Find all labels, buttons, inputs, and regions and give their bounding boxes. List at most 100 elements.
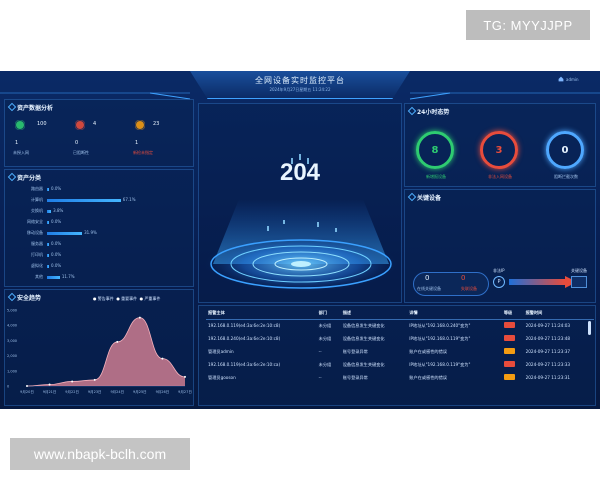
device-icon [571,276,587,288]
cell-desc: 账号登录异常 [342,374,368,380]
asset-card-unauthorized[interactable]: 100 1 未授入网 [11,118,69,164]
cell-dept: -- [318,349,322,354]
col-dept[interactable]: 部门 [316,307,341,320]
center-visual-panel [198,103,402,303]
y-tick-label: 3,000 [7,339,17,343]
col-level[interactable]: 等级 [501,307,524,320]
lock-icon [75,120,85,130]
asset-class-value: 31.9% [84,230,97,235]
cell-desc: 设备信息发生关键变化 [342,361,385,367]
level-cell [502,332,524,345]
trend24-illegal-label: 非法入网设备 [488,174,512,179]
data-point [26,385,28,387]
cell-desc: 设备信息发生关键变化 [342,322,385,328]
key-devices-title: 关键设备 [409,193,441,202]
trend24-illegal-ring[interactable]: 3 [480,131,518,169]
events-table: 报警主体 部门 描述 详情 等级 报警时间 192.168.0.119(e4:3… [206,307,594,384]
level-cell [502,345,524,358]
cube-icon [15,120,25,130]
x-tick-label: 9月24日 [110,389,124,394]
y-tick-label: 2,000 [7,354,17,358]
key-online-label: 在线关键设备 [417,286,441,291]
asset-class-value: 3.8% [53,208,64,213]
home-icon[interactable] [558,76,564,82]
col-desc[interactable]: 描述 [340,307,408,320]
asset-class-row[interactable]: 计算机 67.1% [15,197,195,204]
asset-card-blocked[interactable]: 4 0 已阻断性 [71,118,129,164]
data-point [184,375,186,378]
asset-class-row[interactable]: 打印机 0.0% [15,252,195,259]
asset-card-label: 未授入网 [13,150,29,155]
asset-class-label: 路由器 [31,186,43,191]
x-tick-label: 9月22日 [65,389,79,394]
trend24-block-label: 阻断拦截次数 [554,174,578,179]
y-tick-label: 5,000 [7,309,17,313]
asset-card-new[interactable]: 23 1 新检未指定 [131,118,189,164]
data-point [138,316,141,319]
col-subject[interactable]: 报警主体 [206,307,317,320]
center-platform-graphic [205,154,397,292]
key-devices-right-label: 关键设备 [571,268,587,273]
table-row[interactable]: 192.168.0.119(e4:3a:6e:2e:10:c8) 未分组 设备信息发… [206,319,594,332]
asset-class-bar [47,210,52,213]
x-tick-label: 9月26日 [156,389,170,394]
table-row[interactable]: 管理员gooson -- 账号登录异常 账户在或感性的错误 2024-09-27 11:… [206,371,594,384]
table-scrollbar[interactable] [588,321,591,335]
ip-badge-icon: P [493,276,505,288]
asset-class-bar [47,188,49,191]
trend24-new-ring[interactable]: 8 [416,131,454,169]
asset-class-bar [47,243,49,246]
asset-class-bar [47,254,49,257]
trend24-block-ring[interactable]: 0 [546,131,584,169]
key-online-value: 0 [425,274,430,282]
asset-class-row[interactable]: 移动设备 31.9% [15,230,195,237]
asset-class-row[interactable]: 网络安全 0.0% [15,219,195,226]
asset-class-row[interactable]: 其他 11.7% [15,274,195,281]
asset-class-row[interactable]: 交换机 3.8% [15,208,195,215]
cell-time: 2024-09-27 11:23:33 [525,362,571,367]
level-cell [502,358,524,371]
cell-time: 2024-09-27 11:23:37 [525,349,571,354]
asset-class-label: 移动设备 [27,230,43,235]
data-point [93,378,96,381]
asset-class-row[interactable]: 路由器 0.0% [15,186,195,193]
asset-class-label: 网络安全 [27,219,43,224]
asset-class-label: 交换机 [31,208,43,213]
asset-class-label: 其他 [35,274,43,279]
chart-legend: ● 警告事件 ● 重要事件 ● 严重事件 [93,296,161,301]
severity-badge [503,335,515,341]
asset-class-row[interactable]: 虚拟化 0.0% [15,263,195,270]
table-row[interactable]: 管理员admin -- 账号登录异常 账户在或感性的错误 2024-09-27 11:2… [206,345,594,358]
y-tick-label: 4,000 [7,324,17,328]
asset-class-value: 67.1% [122,197,136,202]
asset-class-bar [47,276,60,279]
col-time[interactable]: 报警时间 [523,307,594,320]
asset-class-label: 服务器 [31,241,43,246]
asset-class-bar [47,232,83,235]
asset-class-panel: 资产分类 路由器 0.0% 计算机 67.1% 交换机 3.8% 网络安全 0.0% 移动设备 3… [4,169,194,287]
asset-class-label: 打印机 [31,252,43,257]
cell-time: 2024-09-27 11:23:48 [525,336,571,341]
table-row[interactable]: 192.168.0.119(e4:3a:6e:2e:10:ca) 未分组 设备信息发… [206,358,594,371]
severity-badge [503,361,515,367]
asset-class-value: 0.0% [51,252,62,257]
asset-card-count: 4 [93,121,97,127]
cell-dept: 未分组 [318,335,332,341]
x-tick-label: 9月20日 [20,389,34,394]
asset-class-value: 11.7% [61,274,75,279]
user-menu[interactable]: admin [566,77,579,82]
asset-class-label: 计算机 [31,197,43,202]
header-datetime: 2024年9月27日星期五 11:24:22 [269,87,331,92]
key-offline-value: 0 [461,274,466,282]
table-row[interactable]: 192.168.0.240(e4:3a:6e:2e:10:c8) 未分组 设备信息发… [206,332,594,345]
col-detail[interactable]: 详情 [407,307,502,320]
legend-severe: 严重事件 [144,296,161,301]
cell-subject: 192.168.0.240(e4:3a:6e:2e:10:c8) [208,336,281,341]
asset-class-row[interactable]: 服务器 0.0% [15,241,195,248]
illegal-ip-label: 非法IP [493,268,505,273]
asset-card-count: 23 [153,121,160,127]
watermark-top: TG: MYYJJPP [466,10,590,40]
cell-detail: IP地址从"192.168.0.119"变为" [409,361,471,367]
y-tick-label: 0 [7,385,9,389]
asset-class-value: 0.0% [51,241,62,246]
